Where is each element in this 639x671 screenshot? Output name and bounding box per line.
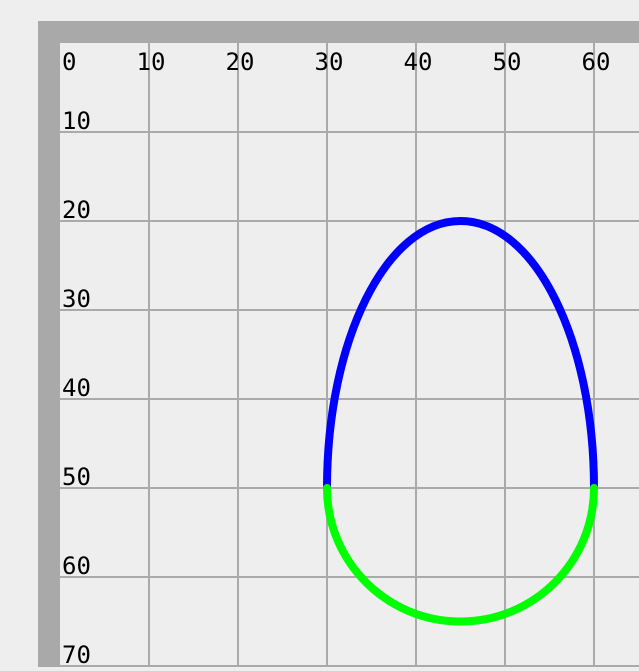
tick-labels: 0 10 20 30 40 50 60 10 20 30 40 50 60 70 (62, 48, 611, 669)
grid-lines (60, 43, 639, 667)
y-tick-label: 20 (62, 196, 91, 224)
x-tick-label: 0 (62, 48, 76, 76)
y-tick-label: 40 (62, 374, 91, 402)
egg-bottom-arc (323, 484, 598, 626)
y-tick-label: 70 (62, 641, 91, 667)
drawing-canvas: 0 10 20 30 40 50 60 10 20 30 40 50 60 70 (0, 0, 639, 669)
x-tick-label: 20 (226, 48, 255, 76)
egg-top-arc (323, 216, 598, 492)
frame-top-bar (38, 21, 639, 43)
x-tick-label: 30 (315, 48, 344, 76)
y-tick-label: 50 (62, 463, 91, 491)
y-tick-label: 10 (62, 107, 91, 135)
frame-left-bar (38, 21, 60, 667)
x-tick-label: 50 (493, 48, 522, 76)
x-tick-label: 40 (404, 48, 433, 76)
x-tick-label: 10 (137, 48, 166, 76)
x-tick-label: 60 (582, 48, 611, 76)
y-tick-label: 30 (62, 285, 91, 313)
grid-plot: 0 10 20 30 40 50 60 10 20 30 40 50 60 70 (38, 21, 639, 669)
y-tick-label: 60 (62, 552, 91, 580)
